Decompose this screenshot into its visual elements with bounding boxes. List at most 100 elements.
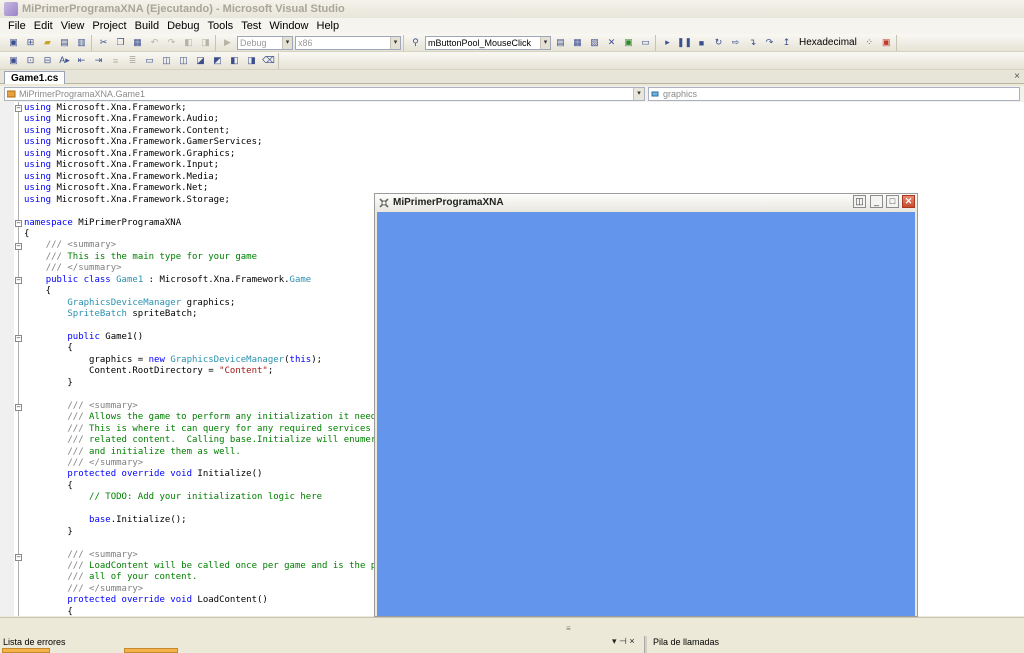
collapse-region-icon[interactable]: − — [15, 554, 22, 561]
restart-icon[interactable]: ↻ — [711, 36, 726, 50]
code-line: namespace MiPrimerProgramaXNA — [24, 217, 182, 228]
type-dropdown[interactable]: MiPrimerProgramaXNA.Game1 ▾ — [4, 87, 645, 101]
platform-value: x86 — [298, 37, 313, 48]
game-window[interactable]: MiPrimerProgramaXNA ◫ _ □ ✕ — [374, 193, 918, 617]
copy-icon[interactable]: ❐ — [113, 36, 128, 50]
editor-toolbar-group: ▣ ⊡ ⊟ A▸ ⇤ ⇥ ≡ ≣ ▭ ◫ ◫ ◪ ◩ ◧ ◨ ⌫ — [4, 52, 279, 69]
close-icon[interactable]: × — [1014, 71, 1020, 82]
previous-bookmark-doc-icon[interactable]: ◧ — [227, 54, 242, 68]
add-item-icon[interactable]: ⊞ — [23, 36, 38, 50]
menu-test[interactable]: Test — [237, 20, 265, 32]
cut-icon[interactable]: ✂ — [96, 36, 111, 50]
code-line: /// <summary> — [67, 549, 138, 560]
menu-help[interactable]: Help — [313, 20, 344, 32]
find-in-files-icon[interactable]: ⚲ — [408, 36, 423, 50]
collapse-region-icon[interactable]: − — [15, 105, 22, 112]
collapse-region-icon[interactable]: − — [15, 243, 22, 250]
next-bookmark-folder-icon[interactable]: ◩ — [210, 54, 225, 68]
menu-tools[interactable]: Tools — [204, 20, 238, 32]
increase-indent-icon[interactable]: ⇥ — [91, 54, 106, 68]
tab-game1-cs[interactable]: Game1.cs — [4, 71, 66, 84]
redo-icon[interactable]: ↷ — [164, 36, 179, 50]
display-word-completion-icon[interactable]: A▸ — [57, 54, 72, 68]
game-window-titlebar[interactable]: MiPrimerProgramaXNA — [375, 194, 917, 211]
uncomment-lines-icon[interactable]: ≣ — [125, 54, 140, 68]
call-stack-header[interactable]: Pila de llamadas — [650, 636, 719, 648]
step-over-icon[interactable]: ↷ — [762, 36, 777, 50]
previous-bookmark-icon[interactable]: ◫ — [159, 54, 174, 68]
collapse-region-icon[interactable]: − — [15, 335, 22, 342]
collapse-region-icon[interactable]: − — [15, 404, 22, 411]
breakpoints-icon[interactable]: ⁘ — [862, 36, 877, 50]
minimize-icon[interactable]: _ — [870, 195, 883, 208]
start-page-icon[interactable]: ▣ — [621, 36, 636, 50]
collapse-region-icon[interactable]: − — [15, 220, 22, 227]
code-line: } — [24, 377, 73, 388]
stop-debugging-icon[interactable]: ■ — [694, 36, 709, 50]
collapse-region-icon[interactable]: − — [15, 277, 22, 284]
save-icon[interactable]: ▤ — [57, 36, 72, 50]
properties-icon[interactable]: ▦ — [570, 36, 585, 50]
display-quick-info-icon[interactable]: ⊟ — [40, 54, 55, 68]
menu-window[interactable]: Window — [265, 20, 312, 32]
display-parameter-info-icon[interactable]: ⊡ — [23, 54, 38, 68]
solution-config-combo[interactable]: Debug ▾ — [237, 35, 293, 50]
menu-view[interactable]: View — [57, 20, 89, 32]
new-project-icon[interactable]: ▣ — [6, 36, 21, 50]
panel-controls[interactable]: ▾ ⊣ × — [612, 636, 635, 647]
find-toolbar-group: ⚲ mButtonPool_MouseClick ▾ ▤ ▦ ▧ ✕ ▣ ▭ — [406, 34, 656, 51]
code-line: // TODO: Add your initialization logic h… — [89, 492, 323, 503]
close-icon[interactable]: ✕ — [902, 195, 915, 208]
restore-icon[interactable]: ◫ — [853, 195, 866, 208]
menu-edit[interactable]: Edit — [30, 20, 57, 32]
step-into-icon[interactable]: ↴ — [745, 36, 760, 50]
save-all-icon[interactable]: ▥ — [74, 36, 89, 50]
next-bookmark-icon[interactable]: ◫ — [176, 54, 191, 68]
error-list-header[interactable]: Lista de errores — [0, 636, 66, 648]
code-line: { — [24, 286, 52, 297]
game-canvas[interactable] — [377, 212, 915, 616]
continue-icon[interactable]: ▸ — [660, 36, 675, 50]
horizontal-splitter[interactable]: ≡ — [0, 617, 1024, 636]
menu-build[interactable]: Build — [131, 20, 163, 32]
break-all-icon[interactable]: ❚❚ — [677, 36, 692, 50]
display-object-member-list-icon[interactable]: ▣ — [6, 54, 21, 68]
panel-divider[interactable] — [644, 636, 647, 653]
code-line: { — [24, 606, 73, 616]
field-icon — [651, 91, 659, 97]
clear-bookmarks-icon[interactable]: ⌫ — [261, 54, 276, 68]
toggle-bookmark-icon[interactable]: ▭ — [142, 54, 157, 68]
navigate-backward-icon[interactable]: ◧ — [181, 36, 196, 50]
show-next-statement-icon[interactable]: ⇨ — [728, 36, 743, 50]
member-dropdown[interactable]: graphics — [648, 87, 1020, 101]
platform-combo[interactable]: x86 ▾ — [295, 35, 401, 50]
toolbox-icon[interactable]: ✕ — [604, 36, 619, 50]
errors-filter-tab[interactable] — [2, 648, 50, 653]
previous-bookmark-folder-icon[interactable]: ◪ — [193, 54, 208, 68]
find-combo[interactable]: mButtonPool_MouseClick ▾ — [425, 35, 551, 50]
hexadecimal-toggle[interactable]: Hexadecimal — [796, 37, 860, 48]
solution-explorer-icon[interactable]: ▤ — [553, 36, 568, 50]
step-out-icon[interactable]: ↥ — [779, 36, 794, 50]
solution-config-value: Debug — [240, 37, 267, 48]
chevron-down-icon: ▾ — [633, 88, 644, 100]
start-debug-icon[interactable]: ▶ — [220, 36, 235, 50]
paste-icon[interactable]: ▦ — [130, 36, 145, 50]
comment-lines-icon[interactable]: ≡ — [108, 54, 123, 68]
decrease-indent-icon[interactable]: ⇤ — [74, 54, 89, 68]
messages-filter-tab[interactable] — [124, 648, 178, 653]
maximize-icon[interactable]: □ — [886, 195, 899, 208]
open-file-icon[interactable]: ▰ — [40, 36, 55, 50]
outlining-guide — [18, 102, 19, 616]
object-browser-icon[interactable]: ▧ — [587, 36, 602, 50]
navigate-forward-icon[interactable]: ◨ — [198, 36, 213, 50]
menu-file[interactable]: File — [4, 20, 30, 32]
splitter-grip-icon[interactable]: ≡ — [566, 624, 571, 633]
menu-project[interactable]: Project — [88, 20, 130, 32]
window-title: MiPrimerProgramaXNA (Ejecutando) - Micro… — [22, 3, 345, 15]
menu-debug[interactable]: Debug — [163, 20, 203, 32]
next-bookmark-doc-icon[interactable]: ◨ — [244, 54, 259, 68]
command-window-icon[interactable]: ▭ — [638, 36, 653, 50]
undo-icon[interactable]: ↶ — [147, 36, 162, 50]
breakpoint-window-icon[interactable]: ▣ — [879, 36, 894, 50]
